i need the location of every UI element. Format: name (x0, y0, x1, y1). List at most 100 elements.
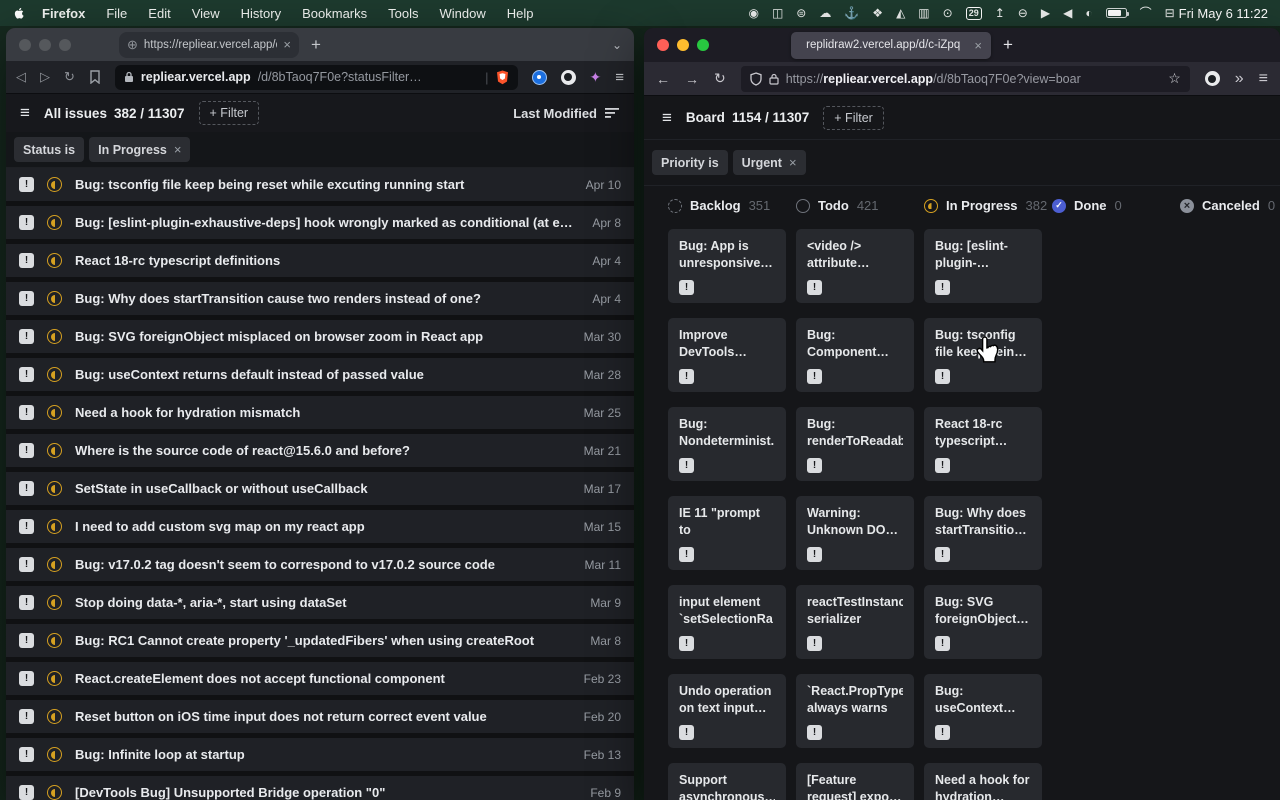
priority-urgent-icon[interactable] (19, 215, 34, 230)
upload-stats-icon[interactable]: ↥ (995, 7, 1005, 19)
priority-urgent-icon[interactable] (19, 291, 34, 306)
github-profile-icon[interactable] (1205, 71, 1220, 86)
in-progress-status-icon[interactable] (47, 177, 62, 192)
dropbox-icon[interactable]: ❖ (872, 7, 883, 19)
issue-row[interactable]: Bug: useContext returns default instead … (6, 358, 634, 391)
kanban-card[interactable]: Bug: SVG foreignObject… (924, 585, 1042, 659)
issue-row[interactable]: Bug: Why does startTransition cause two … (6, 282, 634, 315)
zoom-window-button[interactable] (697, 39, 709, 51)
filter-field-chip[interactable]: Status is (14, 137, 84, 162)
screen-record-icon[interactable]: ◉ (748, 7, 758, 19)
priority-urgent-icon[interactable] (679, 458, 694, 473)
window-controls[interactable] (19, 39, 71, 51)
zoom-window-button[interactable] (59, 39, 71, 51)
filter-field-chip[interactable]: Priority is (652, 150, 728, 175)
menu-firefox[interactable]: Firefox (42, 6, 85, 21)
priority-urgent-icon[interactable] (935, 458, 950, 473)
issue-row[interactable]: Stop doing data-*, aria-*, start using d… (6, 586, 634, 619)
stage-manager-icon[interactable]: ⊟ (1165, 7, 1175, 19)
priority-urgent-icon[interactable] (679, 636, 694, 651)
priority-urgent-icon[interactable] (679, 725, 694, 740)
filter-value-chip[interactable]: In Progress × (89, 137, 190, 162)
address-bar[interactable]: repliear.vercel.app /d/8bTaoq7F0e?status… (115, 65, 518, 90)
back-button[interactable]: ◁ (16, 69, 26, 85)
issue-row[interactable]: Bug: Infinite loop at startup Feb 13 (6, 738, 634, 771)
close-window-button[interactable] (657, 39, 669, 51)
kanban-card[interactable]: Bug: App is unresponsive… (668, 229, 786, 303)
issue-row[interactable]: Where is the source code of react@15.6.0… (6, 434, 634, 467)
issue-row[interactable]: Bug: [eslint-plugin-exhaustive-deps] hoo… (6, 206, 634, 239)
menu-edit[interactable]: Edit (148, 6, 170, 21)
window-controls[interactable] (657, 39, 709, 51)
menu-help[interactable]: Help (507, 6, 534, 21)
issue-row[interactable]: Bug: v17.0.2 tag doesn't seem to corresp… (6, 548, 634, 581)
new-tab-button[interactable]: + (1003, 35, 1013, 55)
wifi-icon[interactable]: ⌒ (1140, 7, 1152, 19)
in-progress-status-icon[interactable] (47, 595, 62, 610)
issue-row[interactable]: [DevTools Bug] Unsupported Bridge operat… (6, 776, 634, 800)
priority-urgent-icon[interactable] (19, 709, 34, 724)
kanban-card[interactable]: Bug: Why does startTransitio… (924, 496, 1042, 570)
bookmark-icon[interactable] (89, 70, 101, 84)
apple-logo-icon[interactable] (12, 6, 26, 20)
menubar-clock[interactable]: Fri May 6 11:22 (1179, 6, 1268, 21)
github-profile-icon[interactable] (561, 70, 576, 85)
volume-icon[interactable]: ◀ (1063, 7, 1072, 19)
play-circle-icon[interactable]: ▶ (1041, 7, 1050, 19)
priority-urgent-icon[interactable] (19, 633, 34, 648)
kanban-card[interactable]: Bug: Component… (796, 318, 914, 392)
priority-urgent-icon[interactable] (679, 547, 694, 562)
kanban-card[interactable]: Undo operation on text input… (668, 674, 786, 748)
kanban-card[interactable]: Bug: tsconfig file keep bein… (924, 318, 1042, 392)
address-bar[interactable]: https:// repliear.vercel.app /d/8bTaoq7F… (741, 66, 1190, 92)
app-menu-icon[interactable]: ≡ (20, 103, 30, 123)
close-window-button[interactable] (19, 39, 31, 51)
in-progress-status-icon[interactable] (47, 405, 62, 420)
screen-mirror-icon[interactable]: ⊜ (796, 7, 806, 19)
menu-file[interactable]: File (106, 6, 127, 21)
priority-urgent-icon[interactable] (807, 458, 822, 473)
in-progress-status-icon[interactable] (47, 709, 62, 724)
bookmark-star-icon[interactable]: ☆ (1168, 70, 1181, 87)
kanban-card[interactable]: input element `setSelectionRa (668, 585, 786, 659)
forward-button[interactable]: ▷ (40, 69, 50, 85)
app-menu-icon[interactable]: ≡ (662, 108, 672, 128)
priority-urgent-icon[interactable] (935, 547, 950, 562)
kanban-card[interactable]: Bug: [eslint- plugin-… (924, 229, 1042, 303)
reload-button[interactable]: ↻ (64, 69, 75, 85)
priority-urgent-icon[interactable] (19, 785, 34, 800)
priority-urgent-icon[interactable] (807, 547, 822, 562)
menu-history[interactable]: History (241, 6, 281, 21)
issue-row[interactable]: Bug: tsconfig file keep being reset whil… (6, 168, 634, 201)
in-progress-status-icon[interactable] (47, 671, 62, 686)
kanban-card[interactable]: Support asynchronous… (668, 763, 786, 800)
issue-row[interactable]: Need a hook for hydration mismatch Mar 2… (6, 396, 634, 429)
kanban-card[interactable]: Bug: renderToReadab (796, 407, 914, 481)
close-tab-icon[interactable]: × (974, 38, 982, 53)
in-progress-status-icon[interactable] (47, 633, 62, 648)
window-layout-icon[interactable]: ▥ (918, 7, 929, 19)
in-progress-status-icon[interactable] (47, 519, 62, 534)
calendar-icon[interactable]: 29 (966, 7, 982, 20)
back-button[interactable]: ← (656, 71, 670, 87)
priority-urgent-icon[interactable] (19, 405, 34, 420)
issue-row[interactable]: React 18-rc typescript definitions Apr 4 (6, 244, 634, 277)
kanban-card[interactable]: [Feature request] expo… (796, 763, 914, 800)
priority-urgent-icon[interactable] (19, 671, 34, 686)
kanban-card[interactable]: React 18-rc typescript… (924, 407, 1042, 481)
issue-row[interactable]: Reset button on iOS time input does not … (6, 700, 634, 733)
remove-filter-icon[interactable]: × (174, 142, 182, 157)
kanban-card[interactable]: Improve DevTools… (668, 318, 786, 392)
menu-button[interactable]: ≡ (615, 69, 624, 86)
browser-tab[interactable]: ⊕ https://repliear.vercel.app/d/8b × (119, 32, 299, 58)
add-filter-button[interactable]: + Filter (199, 101, 260, 125)
brave-shield-icon[interactable] (496, 70, 509, 85)
menu-view[interactable]: View (192, 6, 220, 21)
priority-urgent-icon[interactable] (19, 177, 34, 192)
menu-tools[interactable]: Tools (388, 6, 418, 21)
in-progress-status-icon[interactable] (47, 367, 62, 382)
in-progress-status-icon[interactable] (47, 329, 62, 344)
kanban-card[interactable]: Bug: useContext… (924, 674, 1042, 748)
priority-urgent-icon[interactable] (19, 443, 34, 458)
priority-urgent-icon[interactable] (807, 369, 822, 384)
